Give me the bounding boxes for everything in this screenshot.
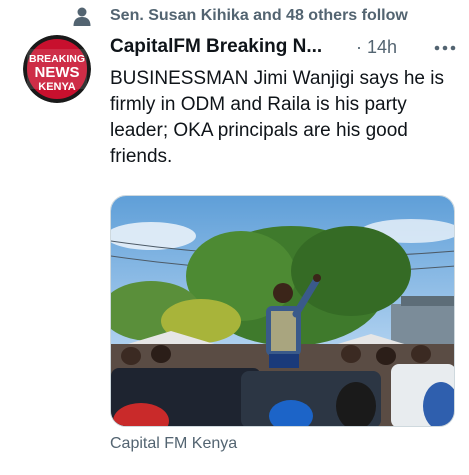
tweet-text: BUSINESSMAN Jimi Wanjigi says he is firm… xyxy=(110,68,444,167)
social-context: Sen. Susan Kihika and 48 others follow xyxy=(0,0,469,34)
breaking-news-kenya-logo: BREAKING NEWS KENYA xyxy=(23,35,91,103)
tweet-timestamp[interactable]: · 14h xyxy=(356,37,397,58)
more-horizontal-icon xyxy=(434,45,456,51)
card-source[interactable]: Capital FM Kenya xyxy=(110,435,237,453)
avatar[interactable]: BREAKING NEWS KENYA xyxy=(23,35,91,103)
news-photo xyxy=(111,196,454,426)
more-button[interactable] xyxy=(430,34,460,62)
author-display-name[interactable]: CapitalFM Breaking N... xyxy=(110,36,322,58)
social-context-text[interactable]: Sen. Susan Kihika and 48 others follow xyxy=(110,7,408,25)
media-card-image[interactable] xyxy=(110,195,455,427)
svg-text:NEWS: NEWS xyxy=(35,64,80,81)
person-icon xyxy=(73,7,91,26)
svg-text:KENYA: KENYA xyxy=(38,81,76,93)
tweet-header: CapitalFM Breaking N... · 14h xyxy=(110,34,460,62)
